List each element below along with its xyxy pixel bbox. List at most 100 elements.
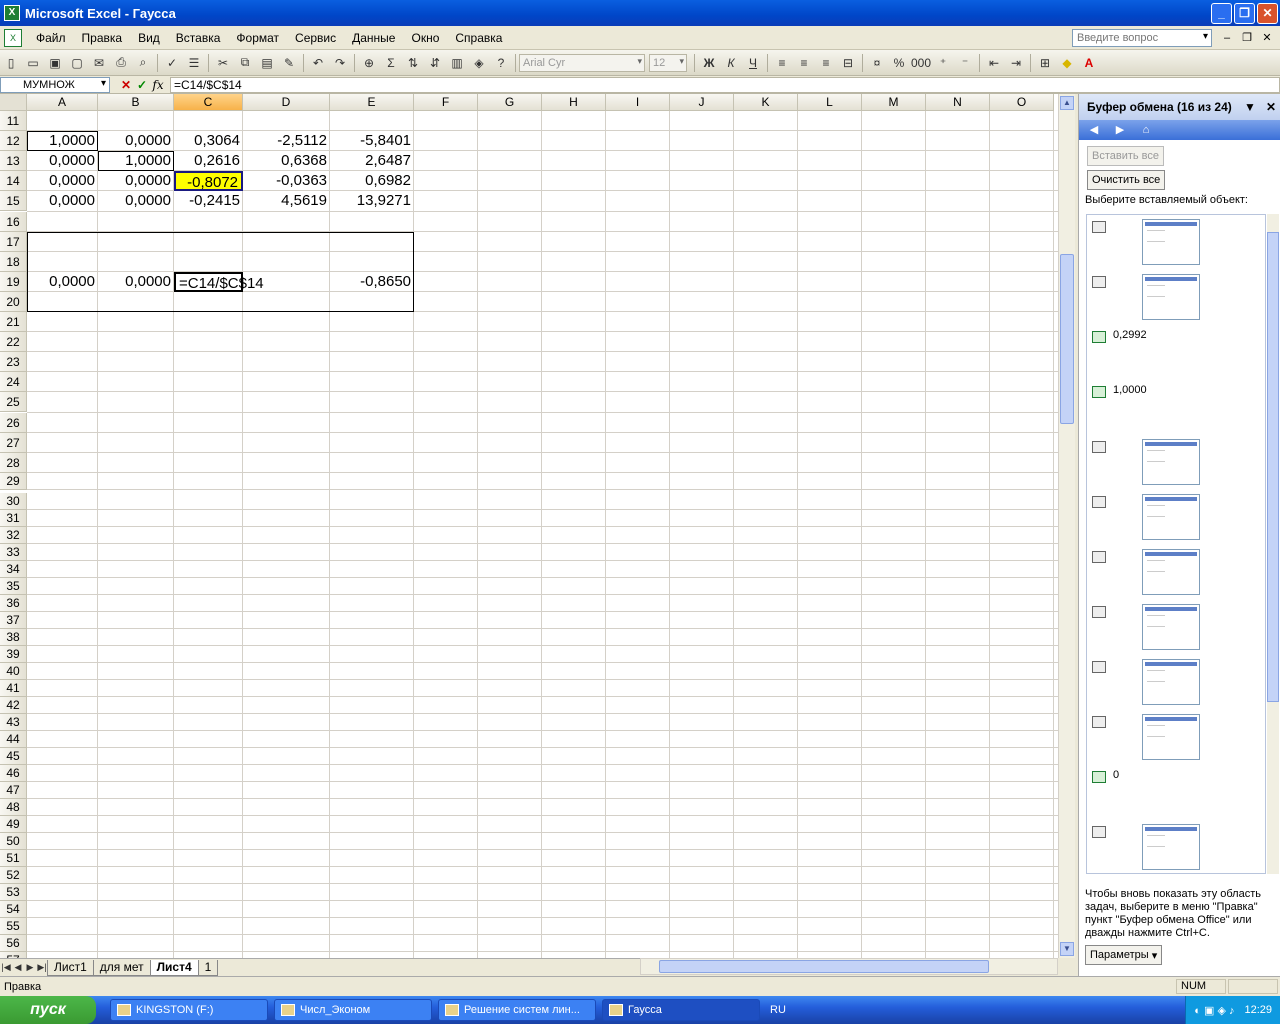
clipboard-item[interactable] — [1087, 710, 1265, 765]
column-header-i[interactable]: I — [606, 94, 670, 111]
taskbar-reshenie[interactable]: Решение систем лин... — [438, 999, 596, 1021]
row-header[interactable]: 32 — [0, 526, 27, 544]
row-header[interactable]: 55 — [0, 917, 27, 935]
select-all-corner[interactable] — [0, 94, 27, 111]
row-header[interactable]: 13 — [0, 151, 27, 172]
clipboard-item[interactable] — [1087, 655, 1265, 710]
options-button[interactable]: Параметры ▾ — [1085, 945, 1163, 965]
new-icon[interactable]: ▯ — [1, 53, 21, 73]
row-header[interactable]: 43 — [0, 713, 27, 731]
row-header[interactable]: 11 — [0, 111, 27, 132]
home-icon[interactable]: ⌂ — [1137, 122, 1155, 138]
clipboard-item[interactable] — [1087, 215, 1265, 270]
row-header[interactable]: 48 — [0, 798, 27, 816]
currency-icon[interactable]: ¤ — [867, 53, 887, 73]
cancel-edit-icon[interactable]: ✕ — [118, 78, 134, 92]
email-icon[interactable]: ✉ — [89, 53, 109, 73]
row-header[interactable]: 19 — [0, 271, 27, 292]
cell-d14[interactable]: -0,0363 — [243, 171, 330, 191]
italic-icon[interactable]: К — [721, 53, 741, 73]
fill-color-icon[interactable]: ◆ — [1057, 53, 1077, 73]
row-header[interactable]: 34 — [0, 560, 27, 578]
cell-b12[interactable]: 0,0000 — [98, 131, 174, 151]
row-header[interactable]: 40 — [0, 662, 27, 680]
row-header[interactable]: 17 — [0, 231, 27, 252]
row-header[interactable]: 52 — [0, 866, 27, 884]
row-header[interactable]: 38 — [0, 628, 27, 646]
minimize-button[interactable]: _ — [1211, 2, 1232, 24]
vertical-scroll-thumb[interactable] — [1060, 254, 1074, 424]
column-header-c[interactable]: C — [174, 94, 243, 111]
column-header-e[interactable]: E — [330, 94, 414, 111]
scroll-up-icon[interactable]: ▲ — [1060, 96, 1074, 110]
row-header[interactable]: 18 — [0, 251, 27, 272]
scroll-down-icon[interactable]: ▼ — [1060, 942, 1074, 956]
back-icon[interactable]: ◀ — [1085, 122, 1103, 138]
clipboard-item[interactable]: 1,0000 — [1087, 380, 1265, 435]
cut-icon[interactable]: ✂ — [213, 53, 233, 73]
research-icon[interactable]: ☰ — [184, 53, 204, 73]
row-header[interactable]: 53 — [0, 883, 27, 901]
menu-file[interactable]: Файл — [28, 31, 74, 45]
row-header[interactable]: 22 — [0, 332, 27, 353]
workbook-restore-icon[interactable]: ❐ — [1240, 31, 1254, 44]
name-box[interactable]: МУМНОЖ — [0, 76, 110, 93]
percent-icon[interactable]: % — [889, 53, 909, 73]
enter-edit-icon[interactable]: ✓ — [134, 78, 150, 92]
underline-icon[interactable]: Ч — [743, 53, 763, 73]
taskbar-gaussa[interactable]: Гаусса — [602, 999, 760, 1021]
row-header[interactable]: 44 — [0, 730, 27, 748]
cell-a15[interactable]: 0,0000 — [27, 191, 98, 211]
forward-icon[interactable]: ▶ — [1111, 122, 1129, 138]
row-header[interactable]: 28 — [0, 452, 27, 473]
chart-wizard-icon[interactable]: ▥ — [447, 53, 467, 73]
tray-icons[interactable]: ◐ ▣ ◈ ♪ — [1194, 1004, 1234, 1017]
row-header[interactable]: 36 — [0, 594, 27, 612]
column-header-f[interactable]: F — [414, 94, 478, 111]
cell-d12[interactable]: -2,5112 — [243, 131, 330, 151]
taskbar-kingston[interactable]: KINGSTON (F:) — [110, 999, 268, 1021]
ask-question-input[interactable]: Введите вопрос — [1072, 28, 1212, 47]
vertical-scrollbar[interactable]: ▲ ▼ — [1058, 94, 1075, 958]
align-left-icon[interactable]: ≡ — [772, 53, 792, 73]
row-header[interactable]: 24 — [0, 372, 27, 393]
close-button[interactable]: ✕ — [1257, 2, 1278, 24]
autosum-icon[interactable]: Σ — [381, 53, 401, 73]
clipboard-item[interactable] — [1087, 820, 1265, 873]
cell-b13[interactable]: 1,0000 — [98, 151, 174, 171]
horizontal-scrollbar[interactable] — [640, 958, 1058, 975]
clipboard-item[interactable]: 0,2992 — [1087, 325, 1265, 380]
sheet-tab-list1[interactable]: Лист1 — [47, 959, 94, 976]
prev-sheet-icon[interactable]: ◀ — [12, 962, 24, 973]
row-header[interactable]: 20 — [0, 291, 27, 312]
menu-edit[interactable]: Правка — [74, 31, 131, 45]
menu-tools[interactable]: Сервис — [287, 31, 344, 45]
decrease-indent-icon[interactable]: ⇤ — [984, 53, 1004, 73]
row-header[interactable]: 51 — [0, 849, 27, 867]
clipboard-item[interactable] — [1087, 490, 1265, 545]
sheet-tab-1[interactable]: 1 — [197, 959, 219, 976]
undo-icon[interactable]: ↶ — [308, 53, 328, 73]
row-header[interactable]: 54 — [0, 900, 27, 918]
row-header[interactable]: 37 — [0, 611, 27, 629]
maximize-button[interactable]: ❐ — [1234, 2, 1255, 24]
menu-data[interactable]: Данные — [344, 31, 403, 45]
row-header[interactable]: 49 — [0, 815, 27, 833]
row-header[interactable]: 14 — [0, 171, 27, 192]
decrease-decimal-icon[interactable]: ⁻ — [955, 53, 975, 73]
column-header-n[interactable]: N — [926, 94, 990, 111]
row-header[interactable]: 23 — [0, 352, 27, 373]
paste-all-button[interactable]: Вставить все — [1087, 146, 1165, 166]
excel-app-icon[interactable]: X — [4, 5, 20, 21]
row-header[interactable]: 16 — [0, 211, 27, 232]
align-center-icon[interactable]: ≡ — [794, 53, 814, 73]
cell-c12[interactable]: 0,3064 — [174, 131, 243, 151]
row-header[interactable]: 47 — [0, 781, 27, 799]
permission-icon[interactable]: ▢ — [67, 53, 87, 73]
row-header[interactable]: 30 — [0, 492, 27, 510]
cell-c19[interactable]: =C14/$C$14 — [174, 271, 264, 292]
task-pane-menu-icon[interactable]: ▼ — [1244, 100, 1256, 114]
cell-a12[interactable]: 1,0000 — [27, 131, 98, 151]
menu-insert[interactable]: Вставка — [168, 31, 229, 45]
workbook-close-icon[interactable]: ✕ — [1260, 31, 1274, 44]
